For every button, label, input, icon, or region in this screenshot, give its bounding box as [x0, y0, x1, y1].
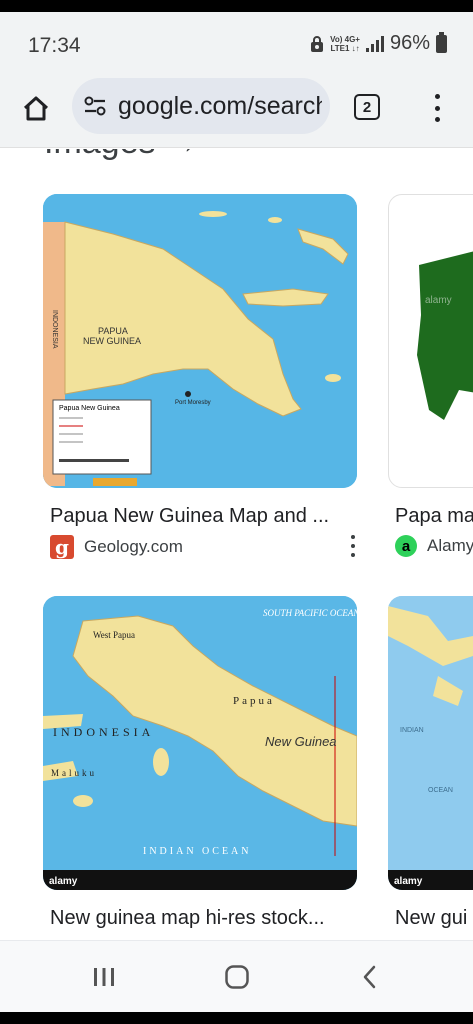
ocean-bottom-label: INDIAN OCEAN — [143, 846, 252, 857]
back-icon — [363, 965, 376, 989]
papua-label: Papua — [233, 695, 275, 707]
bottom-bezel — [0, 1012, 473, 1024]
indonesia-label: INDONESIA — [53, 725, 154, 739]
svg-text:INDONESIA: INDONESIA — [51, 310, 58, 349]
ocean-label: OCEAN — [428, 787, 453, 794]
png-map-image: PAPUA NEW GUINEA INDONESIA Port Moresby … — [43, 194, 357, 488]
alamy-watermark: alamy — [49, 876, 78, 887]
top-bezel — [0, 0, 473, 12]
more-options-button[interactable] — [348, 535, 358, 557]
result-source[interactable]: g Geology.com — [50, 535, 183, 559]
tab-switcher-button[interactable]: 2 — [354, 94, 380, 120]
alamy-watermark: alamy — [425, 295, 452, 306]
result-title[interactable]: New guinea map hi-res stock... — [50, 907, 350, 930]
network-bottom: LTE1 ↓↑ — [330, 43, 360, 53]
source-name: Alamy — [427, 536, 473, 555]
status-time: 17:34 — [28, 34, 81, 57]
result-source[interactable]: a Alamy — [395, 535, 473, 557]
battery-percent: 96% — [389, 32, 430, 54]
vpn-lock-icon — [311, 35, 324, 52]
geology-favicon-icon: g — [50, 535, 74, 559]
browser-toolbar: google.com/search 2 — [0, 72, 473, 148]
url-text[interactable]: google.com/search — [118, 92, 322, 121]
green-map-image: alamy — [417, 251, 473, 420]
svg-text:Papua New Guinea: Papua New Guinea — [59, 405, 120, 412]
battery-icon — [436, 31, 447, 53]
page-info-icon[interactable] — [84, 96, 106, 116]
result-title[interactable]: New gui — [395, 907, 473, 930]
image-thumbnail-new-guinea[interactable]: SOUTH PACIFIC OCEAN West Papua Papua IND… — [43, 596, 357, 890]
status-bar: 17:34 Vo) 4G+ LTE1 ↓↑ 96% — [0, 12, 473, 72]
home-button[interactable] — [18, 90, 54, 126]
source-name: Geology.com — [84, 537, 183, 556]
home-nav-button[interactable] — [217, 961, 257, 993]
browser-menu-button[interactable] — [428, 92, 446, 124]
recent-apps-button[interactable] — [84, 961, 124, 993]
west-papua-label: West Papua — [93, 630, 135, 640]
alamy-favicon-icon: a — [395, 535, 417, 557]
result-title[interactable]: Papua New Guinea Map and ... — [50, 505, 350, 528]
network-top: Vo) 4G+ — [330, 34, 360, 44]
home-icon — [23, 96, 49, 121]
image-thumbnail-papua-new-guinea[interactable]: PAPUA NEW GUINEA INDONESIA Port Moresby … — [43, 194, 357, 488]
new-guinea-label: New Guinea — [265, 734, 337, 749]
url-bar[interactable]: google.com/search — [72, 78, 330, 134]
alamy-watermark: alamy — [394, 876, 423, 887]
ocean-top-label: SOUTH PACIFIC OCEAN — [263, 608, 357, 618]
status-icons: Vo) 4G+ LTE1 ↓↑ 96% — [310, 31, 447, 55]
indian-ocean-map-image: INDIAN OCEAN alamy — [388, 596, 473, 890]
maluku-label: Maluku — [51, 768, 97, 778]
svg-text:NEW GUINEA: NEW GUINEA — [83, 336, 141, 346]
svg-text:Port Moresby: Port Moresby — [175, 400, 211, 406]
recent-apps-icon — [94, 968, 114, 986]
image-thumbnail-new-guinea-2[interactable]: INDIAN OCEAN alamy — [388, 596, 473, 890]
section-title: Images → — [44, 149, 199, 162]
system-navigation-bar — [0, 940, 473, 1012]
image-thumbnail-alamy[interactable]: alamy — [388, 194, 473, 488]
indian-label: INDIAN — [400, 727, 424, 734]
svg-text:PAPUA: PAPUA — [98, 326, 128, 336]
signal-icon — [365, 35, 384, 52]
new-guinea-map-image: SOUTH PACIFIC OCEAN West Papua Papua IND… — [43, 596, 357, 890]
phone-screen: 17:34 Vo) 4G+ LTE1 ↓↑ 96% google.com/sea… — [0, 0, 473, 1024]
network-indicator: Vo) 4G+ LTE1 ↓↑ — [330, 35, 360, 53]
back-button[interactable] — [350, 961, 390, 993]
result-title[interactable]: Papa ma — [395, 505, 473, 528]
home-nav-icon — [225, 965, 249, 989]
search-results: Images → PAPUA NEW GUINEA INDONESIA Port… — [0, 149, 473, 940]
